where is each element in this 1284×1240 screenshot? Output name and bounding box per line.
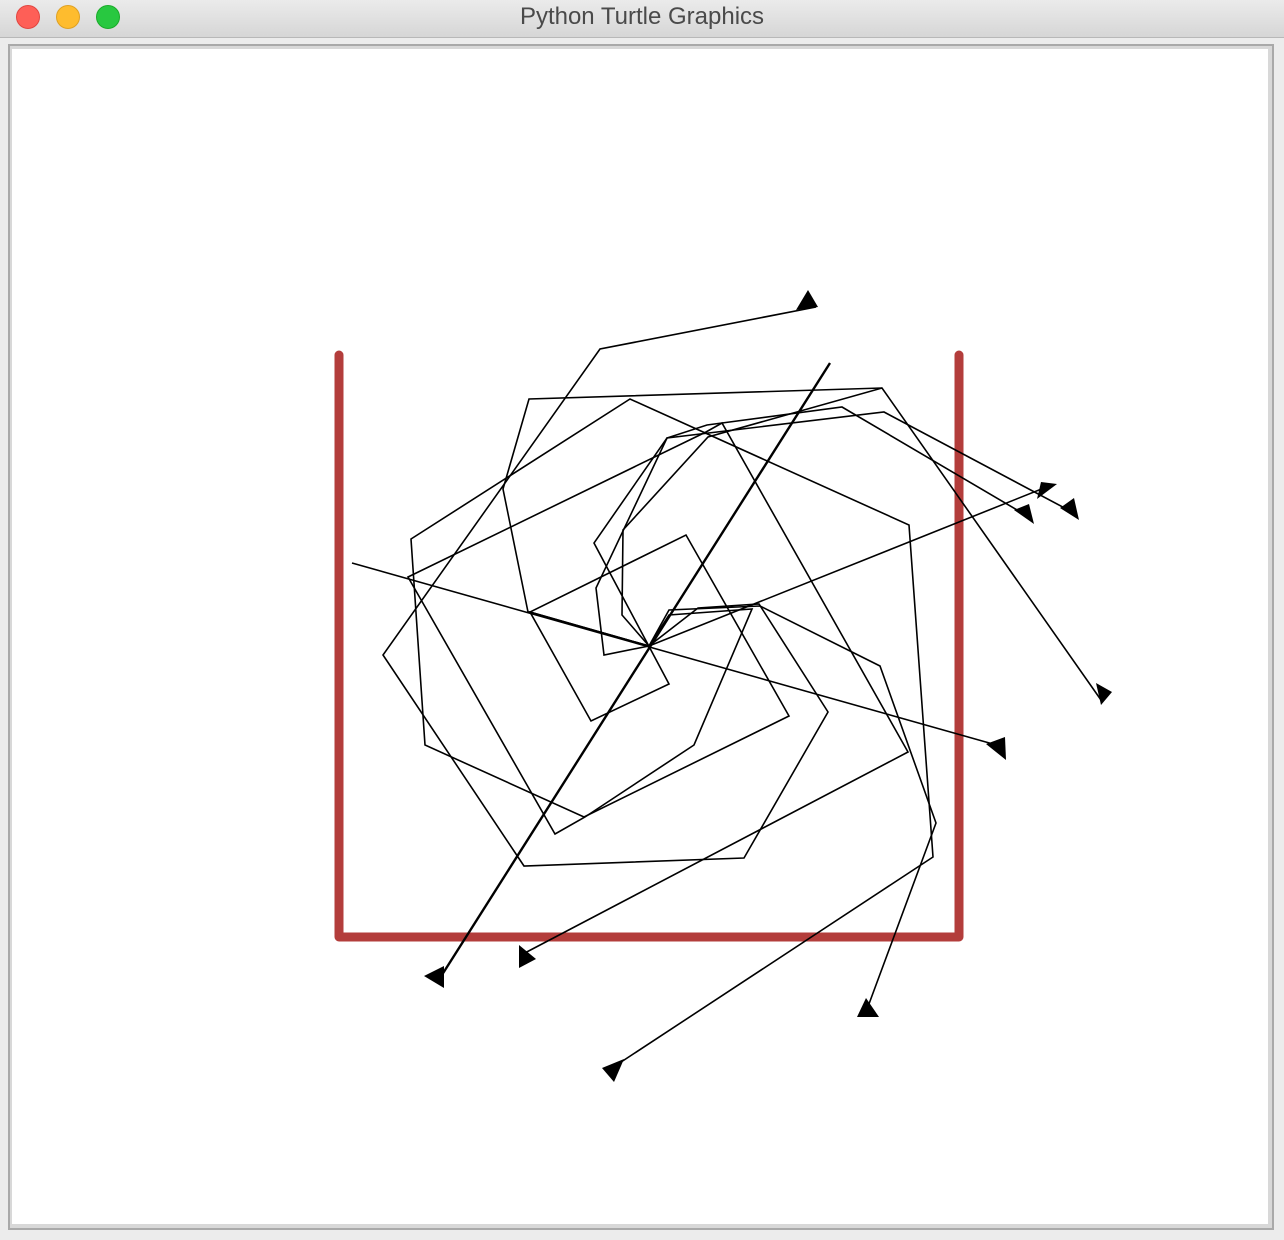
- window-titlebar[interactable]: Python Turtle Graphics: [0, 0, 1284, 38]
- window-title: Python Turtle Graphics: [519, 3, 765, 30]
- turtle-canvas[interactable]: [12, 49, 1268, 1224]
